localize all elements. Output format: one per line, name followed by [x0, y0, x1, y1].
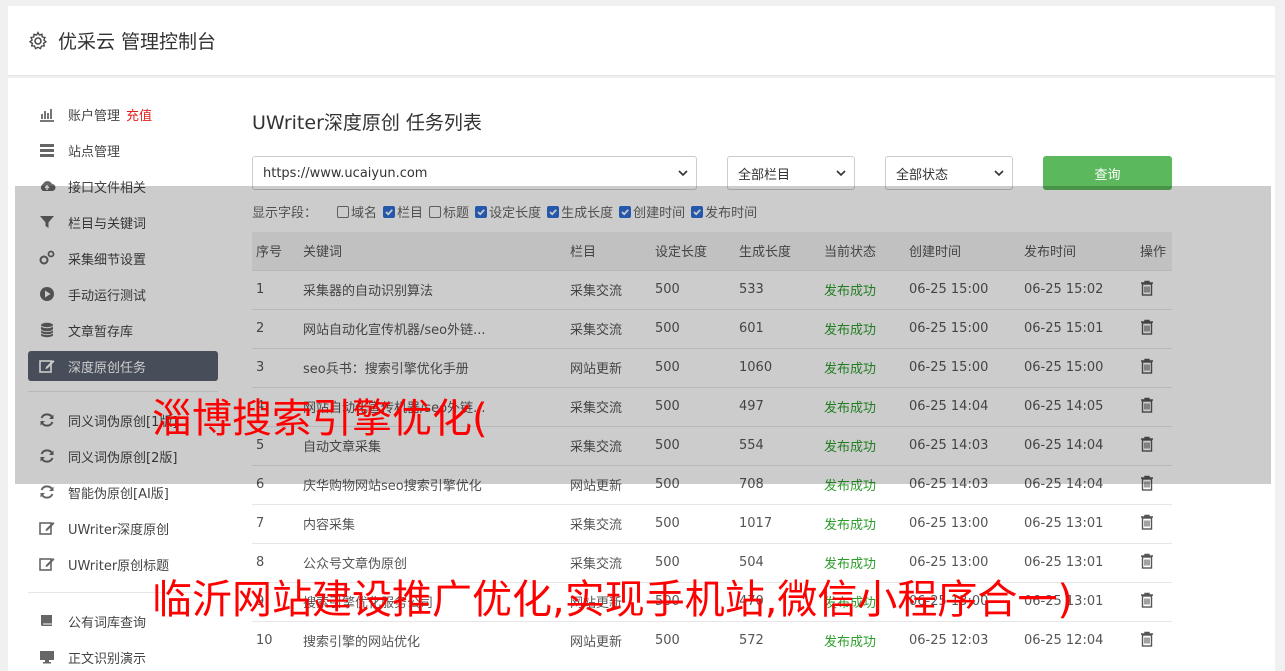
trash-icon — [1141, 553, 1153, 569]
watermark-text: 临沂网站建设推广优化,实现手机站,微信小程序合一) — [152, 577, 1074, 623]
table-cell: 7 — [252, 503, 299, 543]
edit-icon — [39, 522, 55, 535]
delete-button[interactable] — [1136, 581, 1172, 621]
sidebar-item-label: 公有词库查询 — [68, 615, 147, 631]
table-cell: 06-25 13:01 — [1020, 503, 1136, 543]
table-cell: 1017 — [735, 503, 820, 543]
app-header: 优采云 管理控制台 — [8, 6, 1275, 76]
column-select-value: 全部栏目 — [738, 167, 791, 183]
table-cell: 内容采集 — [299, 503, 566, 543]
table-cell: 06-25 13:00 — [905, 503, 1020, 543]
watermark-text: 淄博搜索引擎优化( — [152, 396, 488, 442]
trash-icon — [1141, 514, 1153, 530]
sidebar-item[interactable]: 正文识别演示 — [28, 639, 218, 671]
table-cell: 572 — [735, 620, 820, 660]
sidebar-item[interactable]: 账户管理 充值 — [28, 96, 218, 132]
table-row: 10 搜索引擎的网站优化 网站更新 500 572 发布成功 06-25 12:03 06-2… — [252, 620, 1172, 660]
sidebar-item-label: 正文识别演示 — [68, 651, 147, 667]
table-row: 7 内容采集 采集交流 500 1017 发布成功 06-25 13:00 06-25 13:… — [252, 503, 1172, 543]
list-icon — [40, 144, 54, 157]
status-select[interactable]: 全部状态 — [885, 156, 1013, 190]
monitor-icon — [40, 651, 54, 664]
chart-icon — [40, 109, 54, 122]
delete-button[interactable] — [1136, 503, 1172, 543]
table-cell: 发布成功 — [820, 620, 905, 660]
edit-icon — [39, 558, 55, 571]
sidebar-item[interactable]: 站点管理 — [28, 132, 218, 168]
sidebar-item-label: 站点管理 — [68, 144, 121, 160]
sidebar-item-label: 智能伪原创[AI版] — [68, 486, 169, 502]
page-title: UWriter深度原创 任务列表 — [252, 112, 482, 134]
trash-icon — [1141, 592, 1153, 608]
table-cell: 06-25 12:04 — [1020, 620, 1136, 660]
table-cell: 06-25 12:03 — [905, 620, 1020, 660]
book-icon — [41, 615, 52, 626]
table-cell: 搜索引擎的网站优化 — [299, 620, 566, 660]
table-cell: 采集交流 — [566, 503, 651, 543]
table-cell: 500 — [651, 503, 735, 543]
sidebar-item[interactable]: UWriter深度原创 — [28, 510, 218, 546]
delete-button[interactable] — [1136, 620, 1172, 660]
app-title: 优采云 管理控制台 — [58, 31, 217, 53]
site-select-value: https://www.ucaiyun.com — [263, 165, 428, 181]
status-select-value: 全部状态 — [896, 167, 949, 183]
gear-icon — [28, 30, 48, 50]
table-cell: 500 — [651, 620, 735, 660]
site-select[interactable]: https://www.ucaiyun.com — [252, 156, 697, 190]
sidebar-item-label: UWriter深度原创 — [68, 522, 170, 538]
sidebar-item-label: 账户管理 — [68, 108, 121, 124]
table-cell: 10 — [252, 620, 299, 660]
query-button[interactable]: 查询 — [1043, 156, 1172, 190]
chevron-down-icon — [994, 170, 1004, 177]
table-cell: 网站更新 — [566, 620, 651, 660]
trash-icon — [1141, 631, 1153, 647]
table-cell: 发布成功 — [820, 503, 905, 543]
chevron-down-icon — [678, 170, 688, 177]
column-select[interactable]: 全部栏目 — [727, 156, 855, 190]
recharge-link[interactable]: 充值 — [126, 105, 152, 124]
refresh-icon — [40, 485, 54, 499]
delete-button[interactable] — [1136, 542, 1172, 582]
chevron-down-icon — [836, 170, 846, 177]
